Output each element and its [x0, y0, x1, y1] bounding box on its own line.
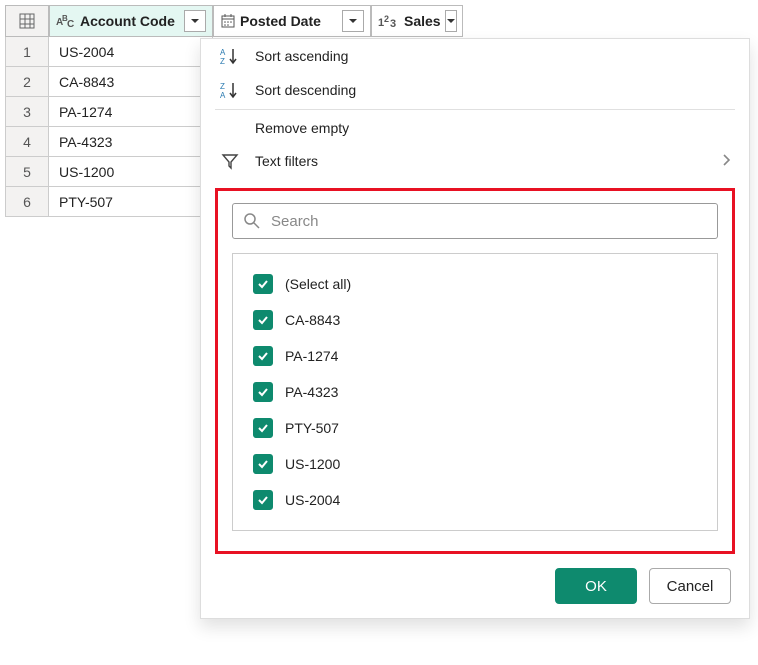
- column-header-sales[interactable]: 123 Sales: [371, 5, 463, 37]
- menu-label: Remove empty: [255, 120, 349, 136]
- filter-option-label: CA-8843: [285, 312, 340, 328]
- row-number-cell[interactable]: 2: [5, 67, 49, 97]
- column-filter-button[interactable]: [342, 10, 364, 32]
- sort-desc-icon: ZA: [219, 81, 241, 99]
- search-input[interactable]: [271, 213, 707, 230]
- svg-text:Z: Z: [220, 57, 225, 65]
- menu-label: Text filters: [255, 153, 318, 169]
- filter-option[interactable]: PA-4323: [249, 374, 701, 410]
- svg-text:C: C: [67, 19, 74, 29]
- ok-button[interactable]: OK: [555, 568, 637, 604]
- chevron-down-icon: [446, 16, 456, 26]
- dialog-buttons: OK Cancel: [201, 554, 749, 608]
- row-number-cell[interactable]: 3: [5, 97, 49, 127]
- filter-dropdown-panel: AZ Sort ascending ZA Sort descending Rem…: [200, 38, 750, 619]
- filter-option[interactable]: (Select all): [249, 266, 701, 302]
- chevron-down-icon: [348, 16, 358, 26]
- filter-option-label: US-1200: [285, 456, 340, 472]
- menu-separator: [215, 109, 735, 110]
- checkbox-checked-icon[interactable]: [253, 274, 273, 294]
- filter-option[interactable]: US-2004: [249, 482, 701, 518]
- checkbox-checked-icon[interactable]: [253, 382, 273, 402]
- data-cell[interactable]: US-1200: [49, 157, 213, 187]
- svg-text:3: 3: [390, 18, 396, 29]
- checkbox-checked-icon[interactable]: [253, 418, 273, 438]
- table-icon: [19, 13, 35, 29]
- row-number-header[interactable]: [5, 5, 49, 37]
- cancel-button[interactable]: Cancel: [649, 568, 731, 604]
- checkbox-checked-icon[interactable]: [253, 490, 273, 510]
- filter-option[interactable]: US-1200: [249, 446, 701, 482]
- checkbox-checked-icon[interactable]: [253, 346, 273, 366]
- button-label: OK: [585, 578, 607, 595]
- svg-text:A: A: [220, 91, 226, 99]
- text-filters-item[interactable]: Text filters: [201, 144, 749, 178]
- menu-label: Sort descending: [255, 82, 356, 98]
- svg-text:A: A: [220, 48, 226, 57]
- chevron-down-icon: [190, 16, 200, 26]
- filter-option[interactable]: CA-8843: [249, 302, 701, 338]
- funnel-icon: [219, 152, 241, 170]
- button-label: Cancel: [667, 578, 714, 595]
- number-type-icon: 123: [378, 13, 400, 29]
- menu-label: Sort ascending: [255, 48, 348, 64]
- column-label: Sales: [404, 13, 441, 29]
- data-cell[interactable]: PA-1274: [49, 97, 213, 127]
- sort-asc-icon: AZ: [219, 47, 241, 65]
- search-box[interactable]: [232, 203, 718, 239]
- filter-option-label: US-2004: [285, 492, 340, 508]
- date-type-icon: [220, 13, 236, 29]
- search-icon: [243, 212, 261, 230]
- column-filter-button[interactable]: [184, 10, 206, 32]
- svg-text:2: 2: [384, 14, 389, 24]
- data-cell[interactable]: PA-4323: [49, 127, 213, 157]
- remove-empty-item[interactable]: Remove empty: [201, 112, 749, 144]
- row-number-cell[interactable]: 4: [5, 127, 49, 157]
- filter-option[interactable]: PA-1274: [249, 338, 701, 374]
- data-cell[interactable]: CA-8843: [49, 67, 213, 97]
- filter-option[interactable]: PTY-507: [249, 410, 701, 446]
- filter-option-label: PA-1274: [285, 348, 338, 364]
- column-header-posted-date[interactable]: Posted Date: [213, 5, 371, 37]
- column-label: Posted Date: [240, 13, 321, 29]
- row-number-cell[interactable]: 6: [5, 187, 49, 217]
- column-filter-button[interactable]: [445, 10, 457, 32]
- row-number-cell[interactable]: 5: [5, 157, 49, 187]
- data-cell[interactable]: US-2004: [49, 37, 213, 67]
- row-number-cell[interactable]: 1: [5, 37, 49, 67]
- filter-option-label: PTY-507: [285, 420, 339, 436]
- svg-text:Z: Z: [220, 82, 225, 91]
- filter-values-area: (Select all) CA-8843 PA-1274 PA-4323 PTY-507…: [215, 188, 735, 554]
- filter-options-list: (Select all) CA-8843 PA-1274 PA-4323 PTY-507…: [232, 253, 718, 531]
- chevron-right-icon: [721, 153, 731, 170]
- checkbox-checked-icon[interactable]: [253, 454, 273, 474]
- checkbox-checked-icon[interactable]: [253, 310, 273, 330]
- data-cell[interactable]: PTY-507: [49, 187, 213, 217]
- filter-option-label: PA-4323: [285, 384, 338, 400]
- filter-option-label: (Select all): [285, 276, 351, 292]
- column-label: Account Code: [80, 13, 175, 29]
- sort-descending-item[interactable]: ZA Sort descending: [201, 73, 749, 107]
- column-header-account-code[interactable]: ABC Account Code: [49, 5, 213, 37]
- sort-ascending-item[interactable]: AZ Sort ascending: [201, 39, 749, 73]
- text-type-icon: ABC: [56, 13, 76, 29]
- column-header-row: ABC Account Code Posted Date 123 Sales: [5, 5, 753, 37]
